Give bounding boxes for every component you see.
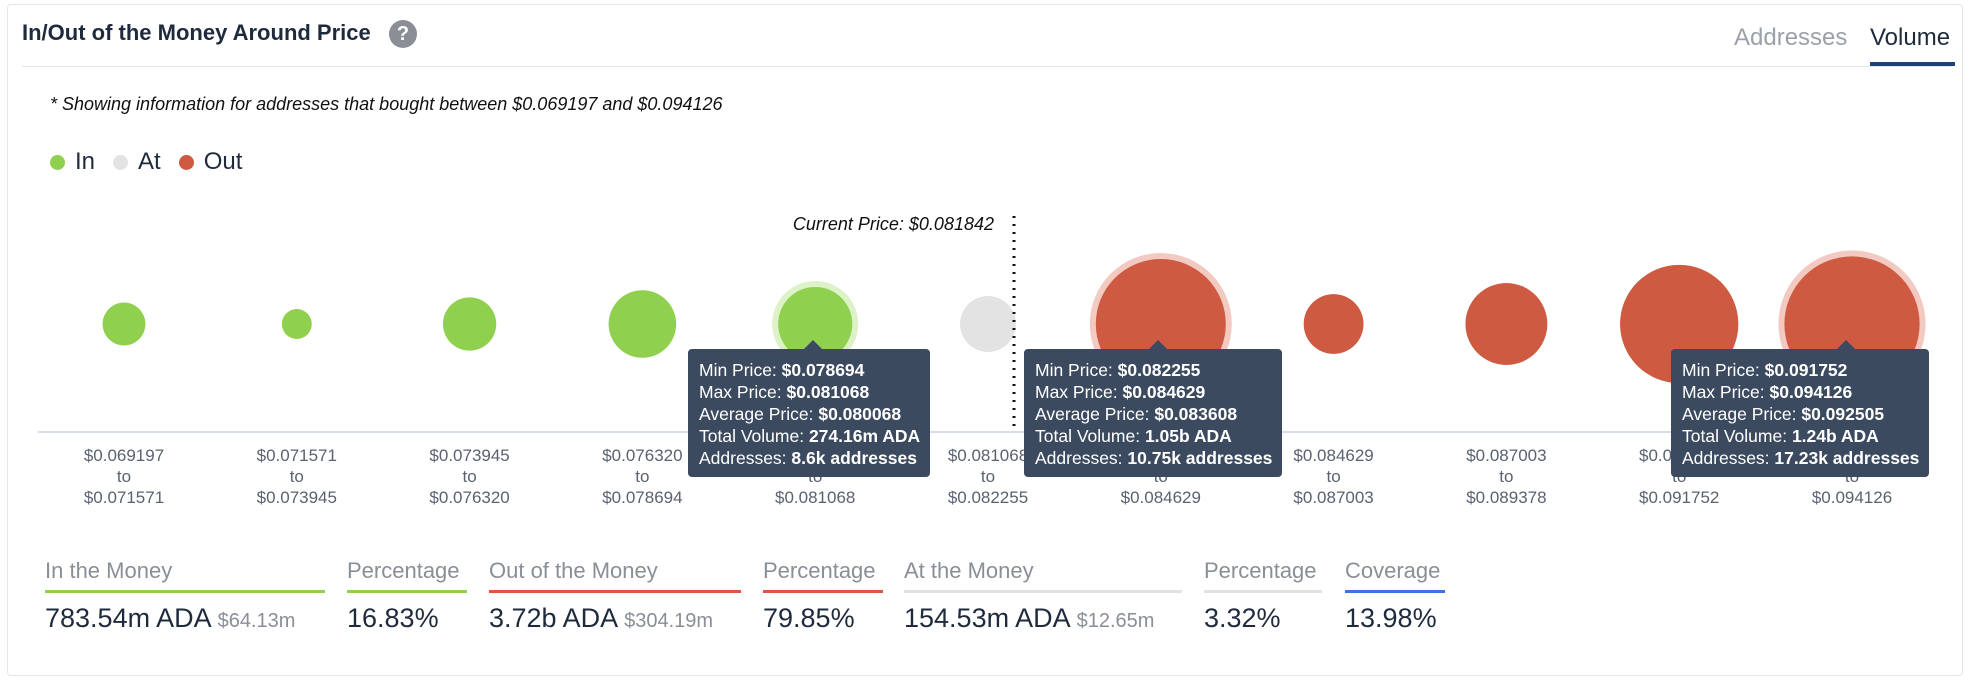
x-tick-from: $0.081068 [948, 446, 1028, 465]
x-tick-to-word: to [290, 467, 304, 486]
tooltip-volume-row: Total Volume: 1.24b ADA [1682, 426, 1879, 446]
tooltip-max-row: Max Price: $0.094126 [1682, 382, 1853, 402]
summary-out-percentage: Percentage 79.85% [763, 558, 883, 634]
summary-usd: $304.19m [624, 610, 714, 632]
bubble-tooltip-11: Min Price: $0.091752 Max Price: $0.09412… [1671, 340, 1930, 477]
x-tick-to-word: to [635, 467, 649, 486]
tooltip-volume-row: Total Volume: 1.05b ADA [1035, 426, 1232, 446]
bubble-at[interactable] [960, 296, 1016, 352]
tooltip-max-row: Max Price: $0.081068 [699, 382, 870, 402]
x-tick-to: $0.087003 [1293, 488, 1373, 507]
x-tick-to-word: to [463, 467, 477, 486]
tooltip-addresses-row: Addresses: 10.75k addresses [1035, 448, 1273, 468]
summary-value: 79.85% [763, 603, 855, 633]
summary-label: In the Money [45, 558, 325, 593]
tooltip-min-row: Min Price: $0.078694 [699, 360, 865, 380]
summary-label: At the Money [904, 558, 1182, 593]
bubble-in[interactable] [608, 290, 677, 358]
bubble-out[interactable] [1303, 294, 1364, 354]
summary-label: Out of the Money [489, 558, 741, 593]
x-tick-to: $0.091752 [1639, 488, 1719, 507]
x-tick-to-word: to [117, 467, 131, 486]
tooltip-max-row: Max Price: $0.084629 [1035, 382, 1206, 402]
x-tick-to-word: to [981, 467, 995, 486]
summary-coverage: Coverage 13.98% [1345, 558, 1445, 634]
summary-value: 154.53m ADA $12.65m [904, 603, 1155, 633]
summary-out-of-the-money: Out of the Money 3.72b ADA $304.19m [489, 558, 741, 634]
tooltip-avg-row: Average Price: $0.080068 [699, 404, 902, 424]
tooltip-min-row: Min Price: $0.082255 [1035, 360, 1201, 380]
x-tick-to: $0.078694 [602, 488, 682, 507]
summary-at-percentage: Percentage 3.32% [1204, 558, 1322, 634]
tooltip-addresses-row: Addresses: 8.6k addresses [699, 448, 917, 468]
bubble-in[interactable] [102, 302, 146, 346]
summary-value: 16.83% [347, 603, 439, 633]
tooltip-volume-row: Total Volume: 274.16m ADA [699, 426, 921, 446]
summary-label: Percentage [1204, 558, 1322, 593]
x-tick-to: $0.076320 [429, 488, 509, 507]
x-tick-to-word: to [1499, 467, 1513, 486]
summary-value: 3.32% [1204, 603, 1281, 633]
x-tick-to: $0.089378 [1466, 488, 1546, 507]
x-tick-to-word: to [1327, 467, 1341, 486]
summary-value: 783.54m ADA $64.13m [45, 603, 296, 633]
tooltip-min-row: Min Price: $0.091752 [1682, 360, 1848, 380]
tooltip-addresses-row: Addresses: 17.23k addresses [1682, 448, 1920, 468]
x-tick-to: $0.073945 [257, 488, 337, 507]
summary-usd: $64.13m [217, 610, 296, 632]
x-tick-from: $0.087003 [1466, 446, 1546, 465]
current-price-label: Current Price: $0.081842 [793, 214, 994, 234]
summary-value: 13.98% [1345, 603, 1437, 633]
x-tick-from: $0.084629 [1293, 446, 1373, 465]
x-tick-to: $0.071571 [84, 488, 164, 507]
summary-at-the-money: At the Money 154.53m ADA $12.65m [904, 558, 1182, 634]
bubble-tooltip-7: Min Price: $0.082255 Max Price: $0.08462… [1024, 340, 1283, 477]
x-tick-from: $0.073945 [429, 446, 509, 465]
x-tick-to: $0.084629 [1121, 488, 1201, 507]
bubble-in[interactable] [442, 297, 497, 351]
x-tick-from: $0.071571 [257, 446, 337, 465]
bubble-in[interactable] [281, 309, 312, 339]
x-tick-from: $0.069197 [84, 446, 164, 465]
summary-label: Coverage [1345, 558, 1445, 593]
summary-in-the-money: In the Money 783.54m ADA $64.13m [45, 558, 325, 634]
summary-usd: $12.65m [1076, 610, 1155, 632]
summary-label: Percentage [347, 558, 467, 593]
summary-in-percentage: Percentage 16.83% [347, 558, 467, 634]
summary-label: Percentage [763, 558, 883, 593]
summary-value: 3.72b ADA $304.19m [489, 603, 714, 633]
tooltip-avg-row: Average Price: $0.092505 [1682, 404, 1885, 424]
x-tick-to: $0.081068 [775, 488, 855, 507]
bubble-out[interactable] [1465, 283, 1548, 365]
tooltip-avg-row: Average Price: $0.083608 [1035, 404, 1238, 424]
x-tick-from: $0.076320 [602, 446, 682, 465]
x-tick-to: $0.094126 [1812, 488, 1892, 507]
bubble-tooltip-5: Min Price: $0.078694 Max Price: $0.08106… [688, 340, 931, 477]
x-tick-to: $0.082255 [948, 488, 1028, 507]
